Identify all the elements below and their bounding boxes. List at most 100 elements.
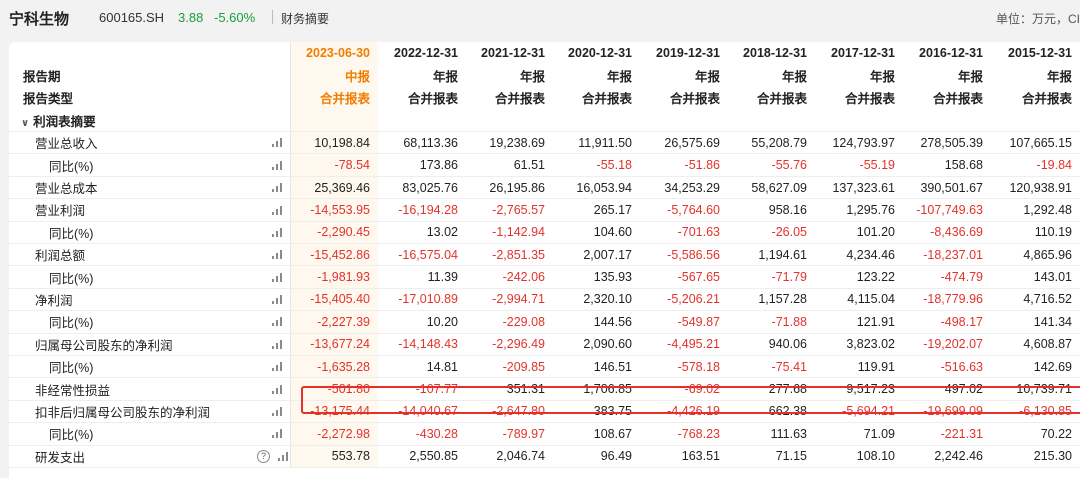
table-cell: -2,290.45	[290, 221, 378, 245]
column-date[interactable]: 2020-12-31	[553, 42, 640, 64]
row-icons	[257, 288, 291, 312]
table-cell: 110.19	[991, 221, 1080, 245]
column-date[interactable]: 2021-12-31	[466, 42, 553, 64]
table-cell: -1,142.94	[466, 221, 553, 245]
row-label: 非经常性损益	[9, 377, 257, 401]
row-icons	[257, 310, 291, 334]
row-icons	[257, 333, 291, 356]
table-cell: -16,194.28	[378, 198, 466, 222]
table-cell: 4,234.46	[815, 243, 903, 267]
empty-cell	[257, 86, 291, 110]
row-label: 归属母公司股东的净利润	[9, 333, 257, 356]
table-cell: -18,779.96	[903, 288, 991, 312]
empty-cell	[903, 109, 991, 133]
table-cell: 58,627.09	[728, 176, 815, 200]
bar-chart-icon[interactable]	[271, 407, 284, 417]
column-period: 年报	[606, 70, 632, 85]
group-label-cell[interactable]: ∨ 利润表摘要	[9, 109, 257, 133]
empty-cell	[640, 109, 728, 133]
table-cell: -71.79	[728, 265, 815, 289]
bar-chart-icon[interactable]	[271, 339, 284, 349]
bar-chart-icon[interactable]	[271, 295, 284, 305]
table-cell: -768.23	[640, 422, 728, 446]
table-cell: -18,237.01	[903, 243, 991, 267]
table-cell: -13,175.44	[290, 400, 378, 424]
column-date[interactable]: 2016-12-31	[903, 42, 991, 64]
table-row: 同比(%) -2,272.98 -430.28 -789.97 108.67 -768.2…	[9, 422, 1080, 446]
empty-cell	[728, 109, 815, 133]
table-cell: -78.54	[290, 153, 378, 177]
table-cell: -2,994.71	[466, 288, 553, 312]
table-cell: 104.60	[553, 221, 640, 245]
financial-summary-panel: 2023-06-30 2022-12-31 2021-12-31 2020-12-31…	[9, 42, 1080, 478]
table-cell: 277.68	[728, 377, 815, 401]
row-label: 净利润	[9, 288, 257, 312]
table-cell: 351.31	[466, 377, 553, 401]
table-row: 归属母公司股东的净利润 -13,677.24 -14,148.43 -2,296.49…	[9, 333, 1080, 356]
bar-chart-icon[interactable]	[271, 429, 284, 439]
table-cell: -2,851.35	[466, 243, 553, 267]
stock-price: 3.88	[178, 10, 204, 25]
bar-chart-icon[interactable]	[271, 362, 284, 372]
column-date[interactable]: 2015-12-31	[991, 42, 1080, 64]
table-cell: 497.02	[903, 377, 991, 401]
table-cell: -430.28	[378, 422, 466, 446]
column-type: 合并报表	[581, 92, 632, 107]
table-cell: -16,575.04	[378, 243, 466, 267]
column-date[interactable]: 2023-06-30	[290, 42, 378, 65]
column-date[interactable]: 2022-12-31	[378, 42, 466, 64]
question-icon[interactable]: ?	[257, 449, 270, 463]
bar-chart-icon[interactable]	[271, 138, 284, 148]
table-cell: 1,292.48	[991, 198, 1080, 222]
row-icons	[257, 176, 291, 200]
column-date[interactable]: 2017-12-31	[815, 42, 903, 64]
table-cell: 163.51	[640, 445, 728, 468]
table-cell: 142.69	[991, 355, 1080, 379]
table-cell: 278,505.39	[903, 131, 991, 155]
table-cell: -15,405.40	[290, 288, 378, 312]
empty-cell	[553, 109, 640, 133]
table-cell: 553.78	[290, 445, 378, 468]
bar-chart-icon[interactable]	[278, 451, 289, 461]
table-row: 营业利润 -14,553.95 -16,194.28 -2,765.57 265.17-…	[9, 198, 1080, 222]
unit-label: 单位：万元，CI	[995, 12, 1080, 26]
chevron-down-icon[interactable]: ∨	[21, 118, 29, 129]
empty-cell	[9, 42, 257, 64]
bar-chart-icon[interactable]	[271, 205, 284, 215]
column-date[interactable]: 2018-12-31	[728, 42, 815, 64]
table-cell: 143.01	[991, 265, 1080, 289]
column-date[interactable]: 2019-12-31	[640, 42, 728, 64]
table-cell: 11.39	[378, 265, 466, 289]
table-cell: -19,202.07	[903, 333, 991, 356]
bar-chart-icon[interactable]	[271, 183, 284, 193]
bar-chart-icon[interactable]	[271, 317, 284, 327]
empty-cell	[290, 109, 378, 133]
table-cell: 19,238.69	[466, 131, 553, 155]
row-label: 同比(%)	[9, 355, 257, 379]
table-cell: 2,550.85	[378, 445, 466, 468]
table-cell: 10.20	[378, 310, 466, 334]
table-cell: -107.77	[378, 377, 466, 401]
table-cell: -2,296.49	[466, 333, 553, 356]
table-cell: -13,677.24	[290, 333, 378, 356]
table-cell: -26.05	[728, 221, 815, 245]
section-title[interactable]: 财务摘要	[281, 10, 329, 27]
bar-chart-icon[interactable]	[271, 160, 284, 170]
table-cell: 124,793.97	[815, 131, 903, 155]
bar-chart-icon[interactable]	[271, 250, 284, 260]
row-icons	[257, 422, 291, 446]
table-cell: 120,938.91	[991, 176, 1080, 200]
table-cell: -5,206.21	[640, 288, 728, 312]
column-type: 合并报表	[932, 92, 983, 107]
table-cell: -789.97	[466, 422, 553, 446]
group-row-income[interactable]: ∨ 利润表摘要	[9, 109, 1080, 133]
bar-chart-icon[interactable]	[271, 227, 284, 237]
table-row: 同比(%) -2,227.39 10.20 -229.08 144.56 -549.87-…	[9, 310, 1080, 334]
empty-cell	[991, 109, 1080, 133]
bar-chart-icon[interactable]	[271, 384, 284, 394]
column-type: 合并报表	[407, 92, 458, 107]
table-cell: -701.63	[640, 221, 728, 245]
empty-cell	[815, 109, 903, 133]
table-cell: 10,198.84	[290, 131, 378, 155]
bar-chart-icon[interactable]	[271, 272, 284, 282]
